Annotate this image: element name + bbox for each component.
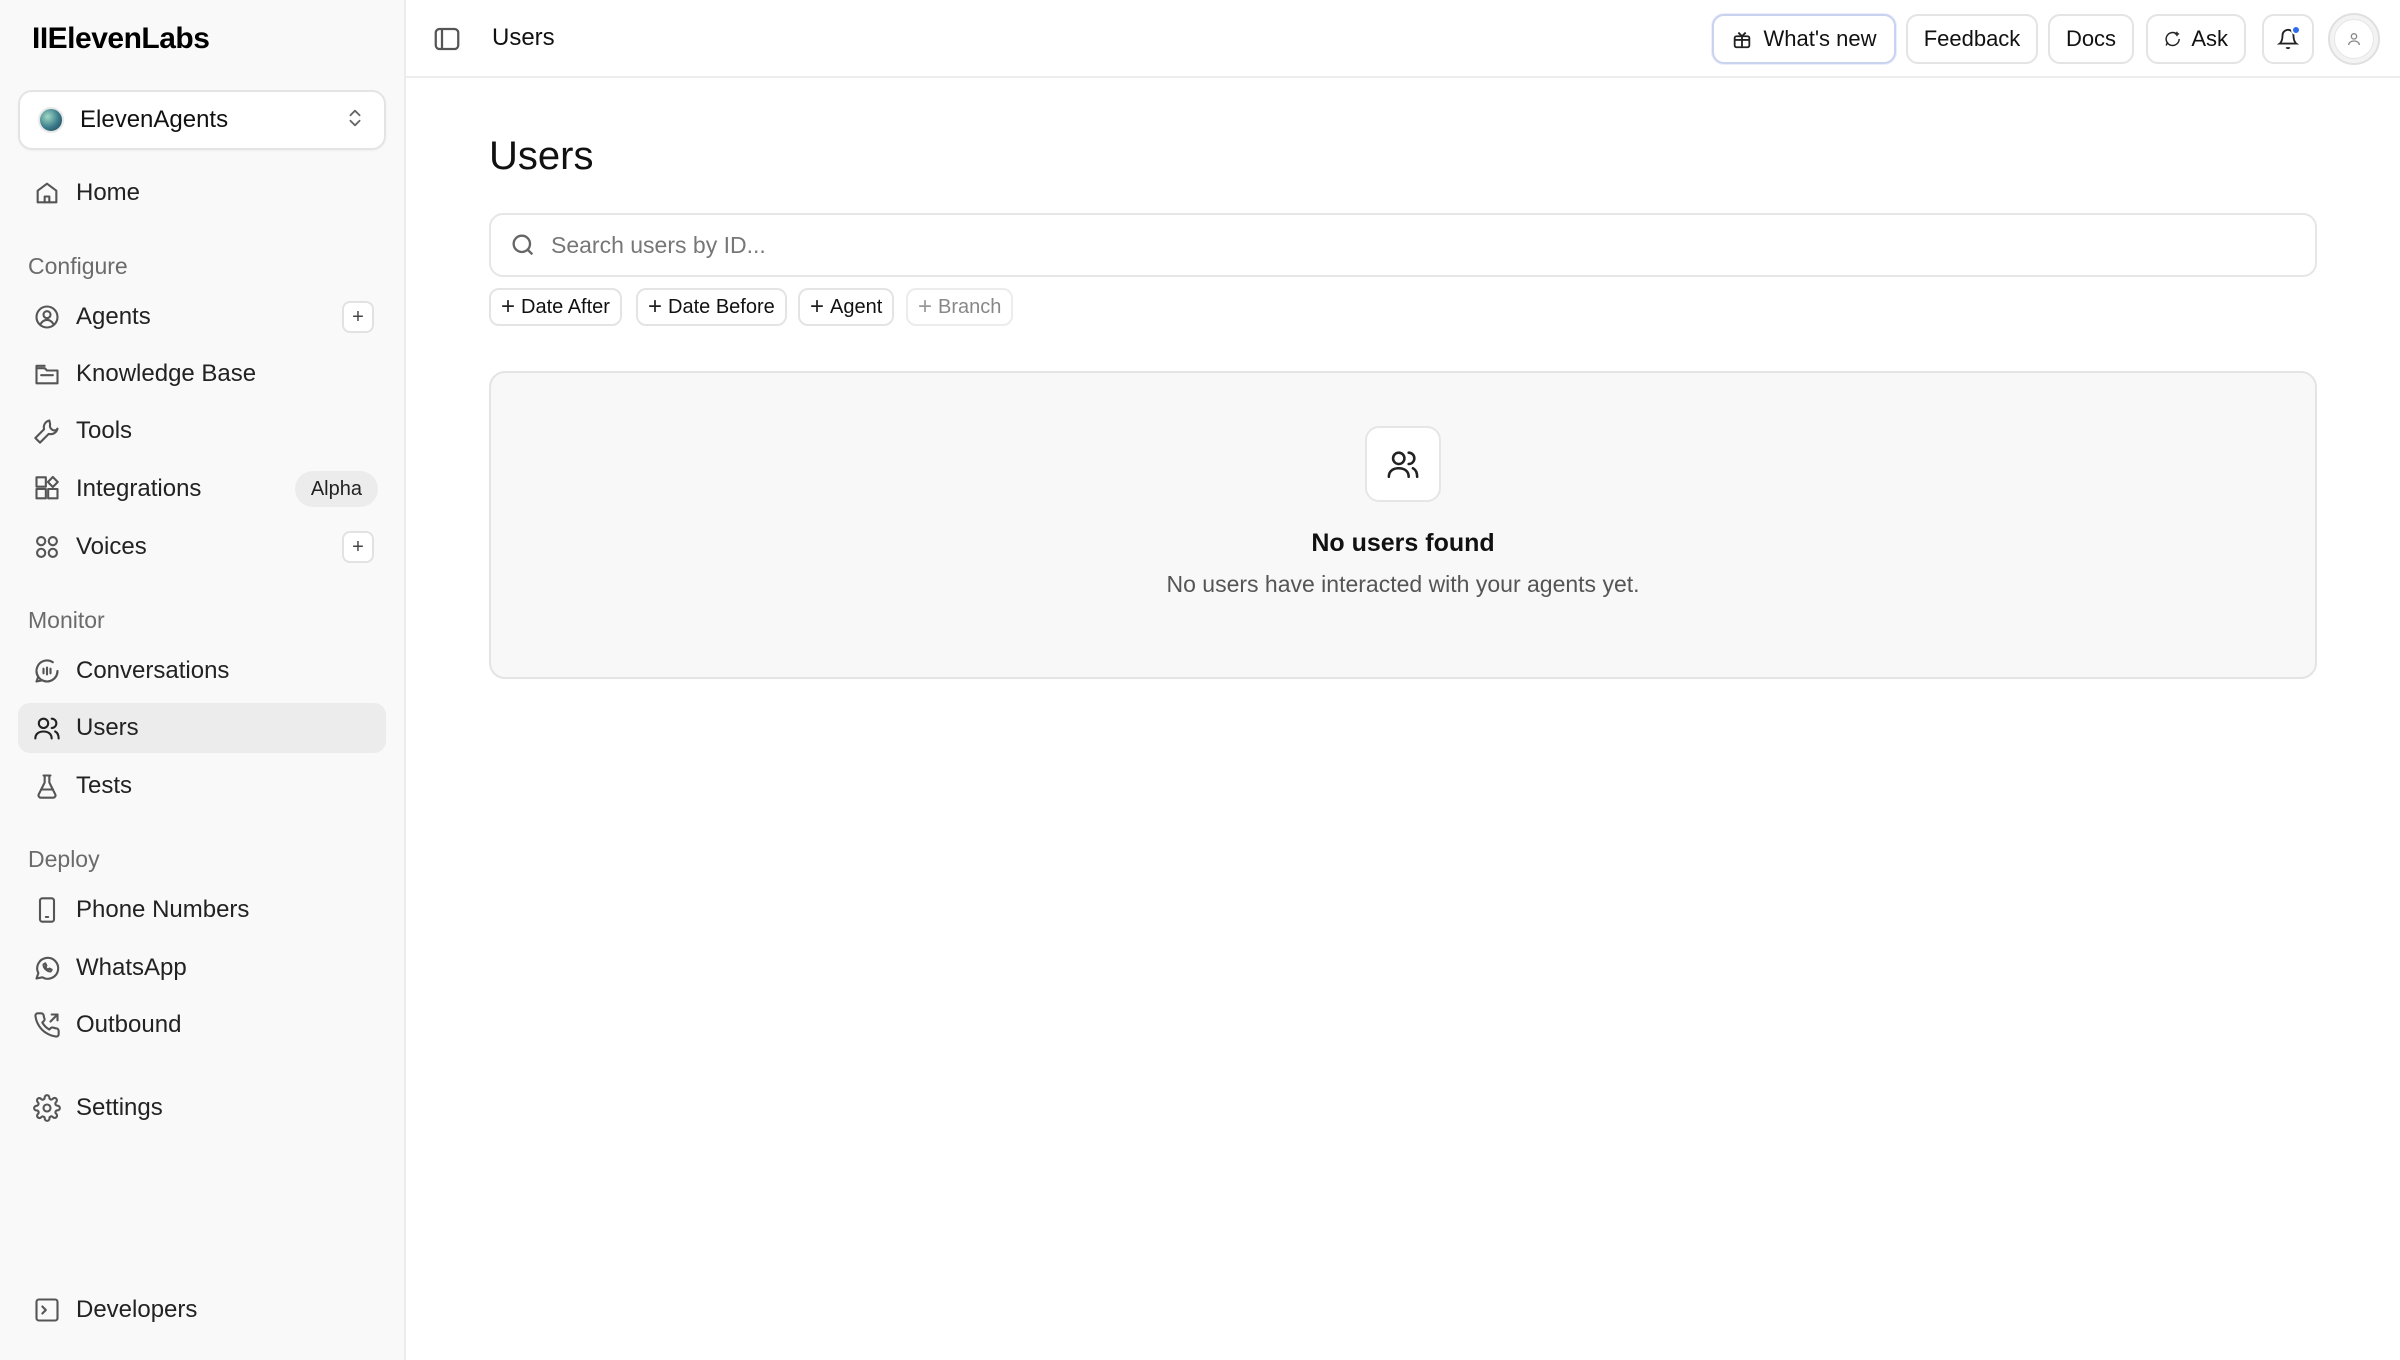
sidebar-item-phone-numbers[interactable]: Phone Numbers [18,885,386,935]
sidebar-item-label: Home [76,179,141,206]
voices-grid-icon [32,532,62,562]
phone-outgoing-icon [32,1010,62,1040]
empty-state-subtitle: No users have interacted with your agent… [1166,571,1640,597]
elevenlabs-logo[interactable]: IIElevenLabs [32,22,210,56]
sidebar-item-label: WhatsApp [76,954,187,981]
add-voice-button[interactable]: + [342,531,374,563]
sidebar-item-agents[interactable]: Agents + [18,292,386,342]
wrench-icon [32,416,62,446]
filter-date-before-button[interactable]: + Date Before [636,288,787,326]
sidebar-item-label: Outbound [76,1011,182,1038]
sidebar-item-label: Settings [76,1094,163,1121]
workspace-name: ElevenAgents [80,106,229,133]
sidebar-item-home[interactable]: Home [18,168,386,218]
filter-agent-button[interactable]: + Agent [798,288,895,326]
filter-label: Date After [521,295,610,318]
user-icon [2334,19,2374,59]
empty-state-title: No users found [1311,529,1495,557]
filter-date-after-button[interactable]: + Date After [489,288,622,326]
sidebar-item-voices[interactable]: Voices + [18,522,386,572]
gift-icon [1734,31,1751,49]
sidebar-item-tests[interactable]: Tests [18,761,386,811]
smartphone-icon [32,895,62,925]
sidebar-item-label: Users [76,714,139,741]
plus-icon: + [918,293,933,320]
flask-icon [32,771,62,801]
section-label-deploy: Deploy [28,846,100,872]
terminal-icon [32,1295,62,1325]
whats-new-button[interactable]: What's new [1712,14,1896,64]
whats-new-label: What's new [1763,26,1877,51]
filter-label: Branch [938,295,1002,318]
sidebar-item-users[interactable]: Users [18,703,386,753]
filter-branch-button[interactable]: + Branch [906,288,1014,326]
gear-icon [32,1093,62,1123]
sidebar-item-conversations[interactable]: Conversations [18,646,386,696]
sidebar-item-label: Developers [76,1296,198,1323]
feedback-button[interactable]: Feedback [1906,14,2038,64]
add-agent-button[interactable]: + [342,301,374,333]
sidebar-item-tools[interactable]: Tools [18,406,386,456]
sidebar-item-settings[interactable]: Settings [18,1083,386,1133]
search-icon [512,234,534,256]
alpha-badge: Alpha [294,471,378,507]
chat-plus-icon [2165,31,2180,47]
sidebar-toggle-icon[interactable] [432,24,462,54]
plus-icon: + [648,293,663,320]
header-title: Users [492,24,555,51]
integrations-icon [32,474,62,504]
sidebar-item-label: Knowledge Base [76,360,257,387]
sidebar-item-label: Tests [76,772,133,799]
sidebar-item-whatsapp[interactable]: WhatsApp [18,943,386,993]
sidebar-item-integrations[interactable]: Integrations Alpha [18,464,386,514]
plus-icon: + [810,293,825,320]
sidebar-item-label: Agents [76,303,151,330]
sidebar-item-developers[interactable]: Developers [18,1285,386,1335]
whatsapp-icon [32,953,62,983]
ask-label: Ask [2191,26,2228,51]
filter-label: Date Before [668,295,775,318]
empty-state-card: No users found No users have interacted … [489,371,2317,679]
chevron-up-down-icon [344,107,366,134]
notifications-button[interactable] [2262,14,2314,64]
sidebar-item-label: Tools [76,417,133,444]
section-label-configure: Configure [28,253,128,279]
docs-button[interactable]: Docs [2048,14,2134,64]
folder-icon [32,359,62,389]
search-users-input[interactable] [551,231,2251,259]
section-label-monitor: Monitor [28,607,105,633]
home-icon [32,178,62,208]
users-icon [1365,426,1441,502]
plus-icon: + [501,293,516,320]
ask-button[interactable]: Ask [2146,14,2246,64]
chat-bubble-icon [32,656,62,686]
sidebar-item-knowledge-base[interactable]: Knowledge Base [18,349,386,399]
top-header: Users What's new Feedback Docs Ask [406,0,2400,78]
workspace-orb-icon [38,107,64,133]
agent-icon [32,302,62,332]
sidebar-item-label: Conversations [76,657,230,684]
users-icon [32,713,62,743]
sidebar-item-label: Phone Numbers [76,896,250,923]
page-title: Users [489,134,594,178]
search-bar [489,213,2317,277]
sidebar-item-outbound[interactable]: Outbound [18,1000,386,1050]
filter-label: Agent [830,295,883,318]
sidebar-item-label: Voices [76,533,147,560]
user-avatar[interactable] [2328,13,2380,65]
notification-dot [2291,25,2301,35]
sidebar-item-label: Integrations [76,475,202,502]
sidebar: IIElevenLabs ElevenAgents Home Configure… [0,0,406,1360]
workspace-switcher[interactable]: ElevenAgents [18,90,386,150]
